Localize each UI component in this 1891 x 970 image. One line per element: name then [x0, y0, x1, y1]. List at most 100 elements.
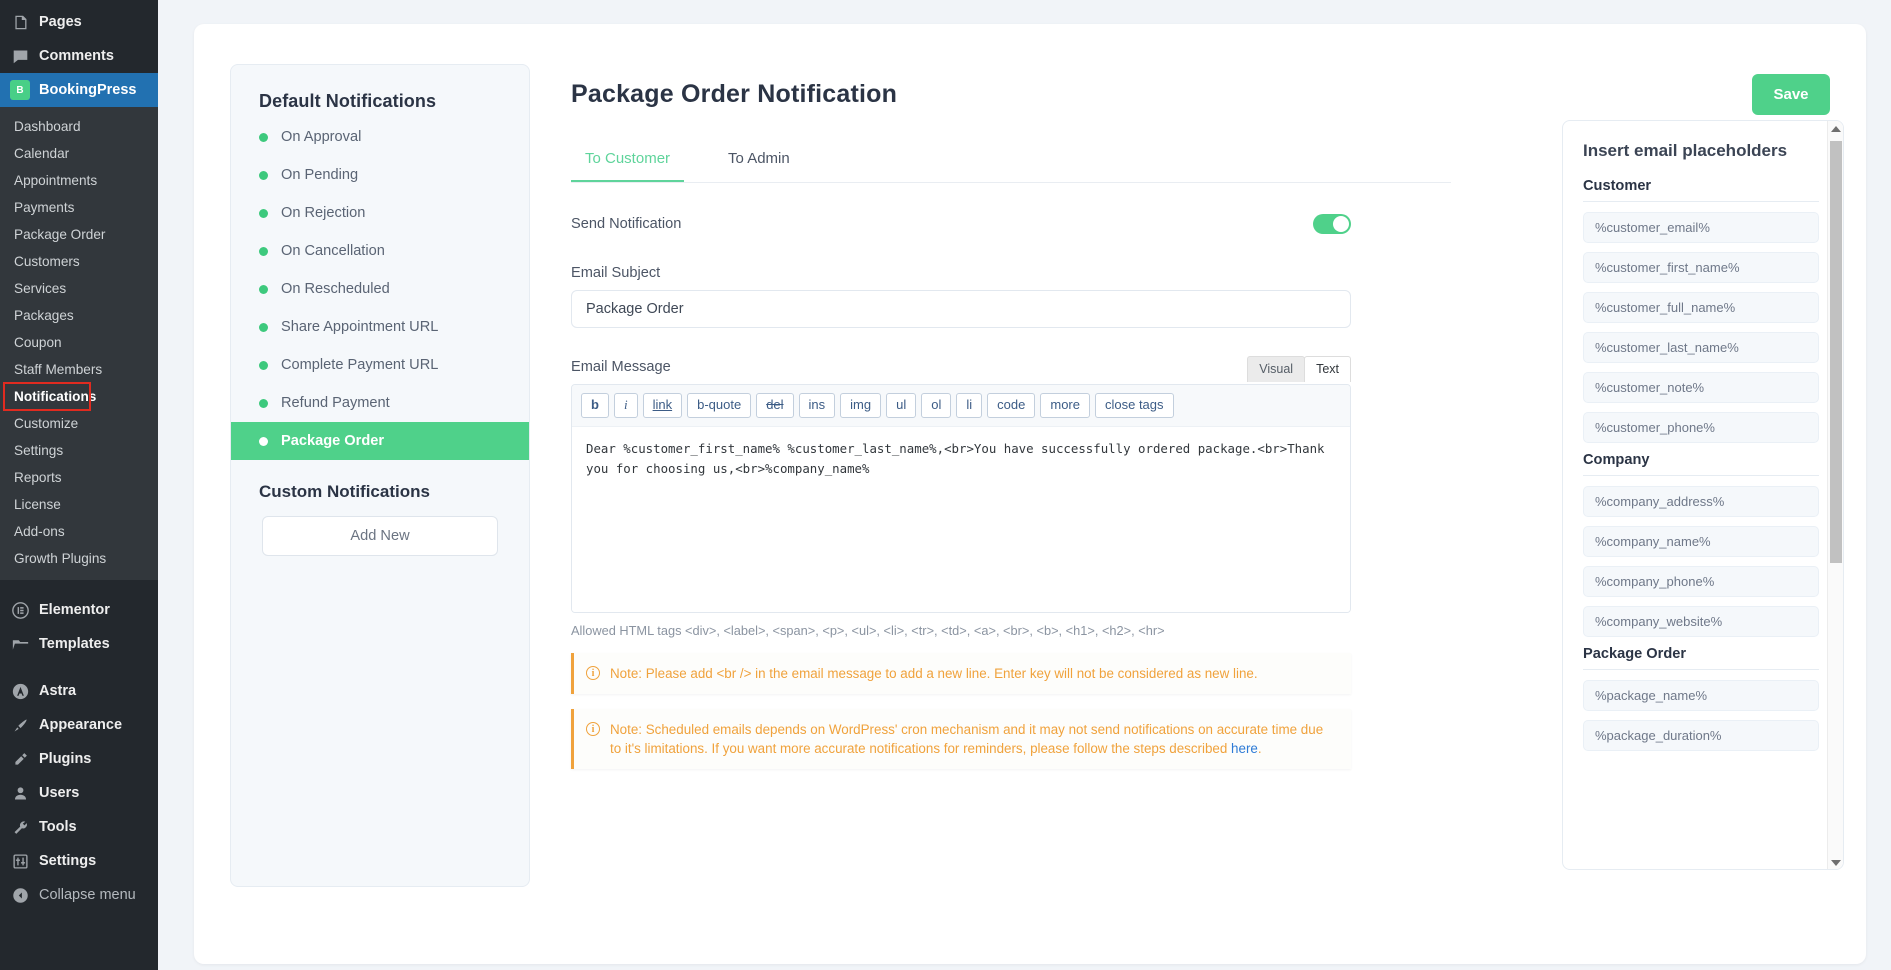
- bp-menu-item-coupon[interactable]: Coupon: [0, 329, 158, 356]
- notification-item-on-rescheduled[interactable]: On Rescheduled: [231, 270, 529, 308]
- editor-button-li[interactable]: li: [956, 393, 983, 418]
- sidebar-item-pages[interactable]: Pages: [0, 5, 158, 39]
- cron-docs-link[interactable]: here: [1231, 741, 1258, 756]
- editor-button-code[interactable]: code: [987, 393, 1036, 418]
- sidebar-item-templates[interactable]: Templates: [0, 627, 158, 661]
- bp-menu-item-services[interactable]: Services: [0, 275, 158, 302]
- notification-item-refund-payment[interactable]: Refund Payment: [231, 384, 529, 422]
- send-notification-toggle[interactable]: [1313, 214, 1351, 234]
- scroll-up-arrow-icon[interactable]: [1831, 126, 1841, 132]
- bp-menu-item-settings[interactable]: Settings: [0, 437, 158, 464]
- editor-button-link[interactable]: link: [642, 393, 683, 418]
- bp-menu-item-customize[interactable]: Customize: [0, 410, 158, 437]
- editor-button-b[interactable]: b: [581, 393, 609, 418]
- notification-item-share-appointment-url[interactable]: Share Appointment URL: [231, 308, 529, 346]
- editor-box: b i link b-quote del ins img ul ol li code more clos…: [571, 384, 1351, 613]
- email-subject-input[interactable]: [571, 290, 1351, 328]
- placeholder-chip[interactable]: %customer_phone%: [1583, 412, 1819, 443]
- placeholder-chip[interactable]: %customer_full_name%: [1583, 292, 1819, 323]
- placeholder-chip[interactable]: %customer_last_name%: [1583, 332, 1819, 363]
- notification-item-on-pending[interactable]: On Pending: [231, 156, 529, 194]
- editor-button-close-tags[interactable]: close tags: [1094, 393, 1174, 418]
- placeholders-scrollbar[interactable]: [1827, 121, 1843, 869]
- content-area: Default Notifications On Approval On Pend…: [158, 0, 1891, 970]
- placeholder-chip[interactable]: %company_address%: [1583, 486, 1819, 517]
- notification-item-label: On Rejection: [281, 205, 366, 221]
- bp-menu-item-calendar[interactable]: Calendar: [0, 140, 158, 167]
- bp-menu-item-notifications[interactable]: Notifications: [3, 382, 96, 411]
- collapse-arrow-icon: [10, 885, 30, 905]
- editor-button-more[interactable]: more: [1040, 393, 1090, 418]
- recipient-tabs: To Customer To Admin: [571, 150, 1451, 183]
- note-cron-suffix: .: [1257, 741, 1262, 756]
- sidebar-item-label: Users: [39, 785, 80, 801]
- notification-item-complete-payment-url[interactable]: Complete Payment URL: [231, 346, 529, 384]
- bp-menu-item-appointments[interactable]: Appointments: [0, 167, 158, 194]
- sidebar-item-settings[interactable]: Settings: [0, 844, 158, 878]
- bp-menu-item-reports[interactable]: Reports: [0, 464, 158, 491]
- status-dot-icon: [259, 246, 268, 256]
- editor-button-del[interactable]: del: [756, 393, 794, 418]
- sidebar-item-plugins[interactable]: Plugins: [0, 742, 158, 776]
- sidebar-item-tools[interactable]: Tools: [0, 810, 158, 844]
- bp-menu-item-license[interactable]: License: [0, 491, 158, 518]
- astra-icon: [10, 681, 30, 701]
- placeholder-chip[interactable]: %customer_email%: [1583, 212, 1819, 243]
- editor-mode-text[interactable]: Text: [1304, 356, 1351, 382]
- sidebar-item-users[interactable]: Users: [0, 776, 158, 810]
- editor-button-img[interactable]: img: [840, 393, 882, 418]
- save-button[interactable]: Save: [1752, 74, 1830, 115]
- editor-button-i[interactable]: i: [613, 393, 638, 418]
- notification-item-label: On Pending: [281, 167, 359, 183]
- notification-item-package-order[interactable]: Package Order: [231, 422, 529, 460]
- bp-menu-item-customers[interactable]: Customers: [0, 248, 158, 275]
- default-notifications-list: On Approval On Pending On Rejection On Canc…: [231, 118, 529, 460]
- bp-menu-item-package-order[interactable]: Package Order: [0, 221, 158, 248]
- placeholder-group-title-company: Company: [1583, 452, 1819, 476]
- status-dot-icon: [259, 170, 268, 180]
- bp-menu-item-staff-members[interactable]: Staff Members: [0, 356, 158, 383]
- tab-to-admin[interactable]: To Admin: [714, 150, 804, 182]
- sidebar-item-label: Appearance: [39, 717, 123, 733]
- editor-mode-visual[interactable]: Visual: [1247, 356, 1306, 382]
- placeholder-chip[interactable]: %package_name%: [1583, 680, 1819, 711]
- templates-folder-icon: [10, 634, 30, 654]
- bp-menu-item-growth-plugins[interactable]: Growth Plugins: [0, 545, 158, 572]
- add-new-notification-button[interactable]: Add New: [262, 516, 498, 556]
- tab-to-customer[interactable]: To Customer: [571, 150, 685, 182]
- status-dot-icon: [259, 398, 268, 408]
- editor-button-ul[interactable]: ul: [886, 393, 917, 418]
- notification-item-label: On Approval: [281, 129, 362, 145]
- scrollbar-thumb[interactable]: [1830, 141, 1842, 563]
- placeholder-chip[interactable]: %company_name%: [1583, 526, 1819, 557]
- sidebar-item-collapse-menu[interactable]: Collapse menu: [0, 878, 158, 912]
- notification-item-on-rejection[interactable]: On Rejection: [231, 194, 529, 232]
- editor-button-ol[interactable]: ol: [921, 393, 952, 418]
- notification-item-on-cancellation[interactable]: On Cancellation: [231, 232, 529, 270]
- bp-menu-item-add-ons[interactable]: Add-ons: [0, 518, 158, 545]
- placeholder-chip[interactable]: %customer_first_name%: [1583, 252, 1819, 283]
- sidebar-item-label: Plugins: [39, 751, 92, 767]
- editor-button-b-quote[interactable]: b-quote: [687, 393, 752, 418]
- placeholder-chip[interactable]: %customer_note%: [1583, 372, 1819, 403]
- sidebar-item-astra[interactable]: Astra: [0, 674, 158, 708]
- scroll-down-arrow-icon[interactable]: [1831, 860, 1841, 866]
- bp-menu-item-dashboard[interactable]: Dashboard: [0, 113, 158, 140]
- notification-item-on-approval[interactable]: On Approval: [231, 118, 529, 156]
- sidebar-item-appearance[interactable]: Appearance: [0, 708, 158, 742]
- note-newline: i Note: Please add <br /> in the email m…: [571, 653, 1351, 694]
- sidebar-item-comments[interactable]: Comments: [0, 39, 158, 73]
- sidebar-item-bookingpress[interactable]: B BookingPress: [0, 73, 166, 107]
- editor-button-ins[interactable]: ins: [798, 393, 836, 418]
- appearance-brush-icon: [10, 715, 30, 735]
- placeholder-chip[interactable]: %company_phone%: [1583, 566, 1819, 597]
- placeholders-scroll-content: Insert email placeholders Customer %custo…: [1563, 121, 1843, 869]
- placeholder-chip[interactable]: %company_website%: [1583, 606, 1819, 637]
- placeholder-groups: Customer %customer_email% %customer_first_…: [1583, 178, 1819, 751]
- email-placeholders-panel: Insert email placeholders Customer %custo…: [1562, 120, 1844, 870]
- email-message-textarea[interactable]: [572, 427, 1350, 612]
- sidebar-item-elementor[interactable]: Elementor: [0, 593, 158, 627]
- bp-menu-item-payments[interactable]: Payments: [0, 194, 158, 221]
- placeholder-chip[interactable]: %package_duration%: [1583, 720, 1819, 751]
- bp-menu-item-packages[interactable]: Packages: [0, 302, 158, 329]
